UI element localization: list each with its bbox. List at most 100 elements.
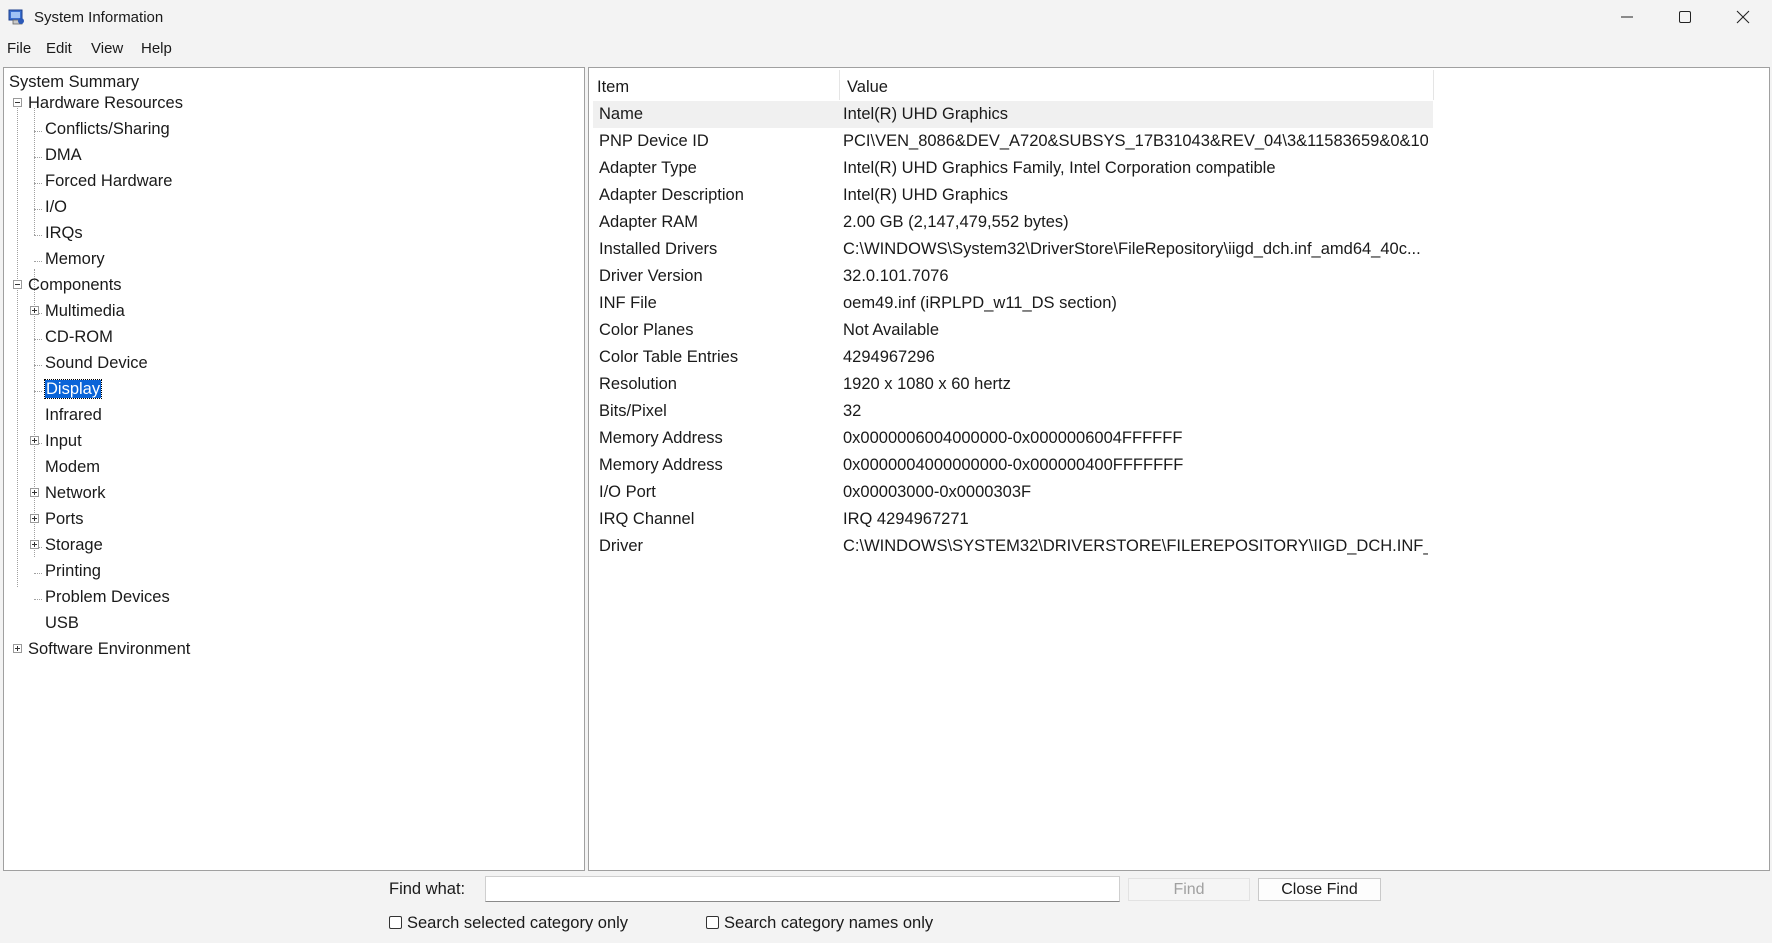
expand-icon[interactable] — [30, 306, 39, 315]
menu-help[interactable]: Help — [141, 40, 172, 57]
cell-value: 0x0000006004000000-0x0000006004FFFFFF — [843, 429, 1183, 447]
find-what-label: Find what: — [389, 880, 466, 898]
tree-item-printing[interactable]: Printing — [45, 561, 101, 581]
cell-item: Installed Drivers — [599, 240, 718, 258]
table-row[interactable]: Installed Drivers C:\WINDOWS\System32\Dri… — [593, 236, 1433, 263]
table-row[interactable]: Name Intel(R) UHD Graphics — [593, 101, 1433, 128]
table-row[interactable]: Color Table Entries 4294967296 — [593, 344, 1433, 371]
tree-connector — [34, 209, 42, 210]
category-tree[interactable]: System Summary Hardware Resources Confli… — [3, 67, 585, 871]
table-row[interactable]: Adapter Type Intel(R) UHD Graphics Family… — [593, 155, 1433, 182]
tree-item-display[interactable]: Display — [43, 379, 103, 399]
tree-item-memory[interactable]: Memory — [45, 249, 105, 269]
menu-edit[interactable]: Edit — [46, 40, 72, 57]
tree-item-multimedia[interactable]: Multimedia — [45, 301, 125, 321]
tree-item-system-summary[interactable]: System Summary — [9, 72, 139, 92]
column-divider[interactable] — [839, 70, 840, 100]
tree-item-software-environment[interactable]: Software Environment — [28, 639, 190, 659]
table-row[interactable]: Bits/Pixel 32 — [593, 398, 1433, 425]
tree-item-irqs[interactable]: IRQs — [45, 223, 83, 243]
tree-label: Forced Hardware — [45, 172, 173, 190]
column-header-item[interactable]: Item — [597, 74, 837, 100]
close-button[interactable] — [1715, 0, 1772, 34]
find-bar: Find what: Find Close Find Search select… — [0, 871, 1772, 943]
tree-item-problem-devices[interactable]: Problem Devices — [45, 587, 170, 607]
tree-item-infrared[interactable]: Infrared — [45, 405, 102, 425]
maximize-button[interactable] — [1657, 0, 1715, 34]
cell-item: INF File — [599, 294, 657, 312]
maximize-icon — [1679, 11, 1691, 23]
tree-item-conflicts-sharing[interactable]: Conflicts/Sharing — [45, 119, 170, 139]
close-icon — [1736, 10, 1750, 24]
table-row[interactable]: Color Planes Not Available — [593, 317, 1433, 344]
menu-bar: File Edit View Help — [0, 36, 1772, 60]
find-button[interactable]: Find — [1128, 878, 1250, 901]
cell-item: Adapter Description — [599, 186, 744, 204]
find-what-input[interactable] — [485, 876, 1120, 902]
checkbox-box[interactable] — [389, 916, 402, 929]
cell-item: Adapter RAM — [599, 213, 699, 231]
table-row[interactable]: IRQ Channel IRQ 4294967271 — [593, 506, 1433, 533]
tree-item-modem[interactable]: Modem — [45, 457, 100, 477]
table-row[interactable]: Adapter Description Intel(R) UHD Graphics — [593, 182, 1433, 209]
table-row[interactable]: PNP Device ID PCI\VEN_8086&DEV_A720&SUBSY… — [593, 128, 1433, 155]
tree-item-network[interactable]: Network — [45, 483, 106, 503]
search-selected-category-checkbox[interactable]: Search selected category only — [389, 914, 628, 933]
expand-icon[interactable] — [13, 644, 22, 653]
tree-item-sound-device[interactable]: Sound Device — [45, 353, 148, 373]
tree-label: Printing — [45, 562, 101, 580]
table-row[interactable]: Memory Address 0x0000006004000000-0x00000… — [593, 425, 1433, 452]
title-bar[interactable]: System Information — [0, 0, 1772, 34]
column-divider[interactable] — [1433, 70, 1434, 100]
tree-label: Conflicts/Sharing — [45, 120, 170, 138]
search-category-names-checkbox[interactable]: Search category names only — [706, 914, 933, 933]
cell-item: Color Planes — [599, 321, 694, 339]
tree-connector — [34, 573, 42, 574]
tree-item-storage[interactable]: Storage — [45, 535, 103, 555]
close-find-button[interactable]: Close Find — [1258, 878, 1381, 901]
table-row[interactable]: Resolution 1920 x 1080 x 60 hertz — [593, 371, 1433, 398]
expand-icon[interactable] — [30, 514, 39, 523]
tree-item-hardware-resources[interactable]: Hardware Resources — [28, 93, 183, 113]
tree-item-forced-hardware[interactable]: Forced Hardware — [45, 171, 172, 191]
cell-item: Driver Version — [599, 267, 703, 285]
tree-connector — [17, 108, 18, 587]
cell-item: I/O Port — [599, 483, 656, 501]
checkbox-box[interactable] — [706, 916, 719, 929]
table-row[interactable]: Driver Version 32.0.101.7076 — [593, 263, 1433, 290]
tree-label: Sound Device — [45, 354, 148, 372]
menu-view[interactable]: View — [91, 40, 123, 57]
tree-item-components[interactable]: Components — [28, 275, 122, 295]
collapse-icon[interactable] — [13, 280, 22, 289]
tree-connector — [34, 365, 42, 366]
tree-item-ports[interactable]: Ports — [45, 509, 84, 529]
cell-item: PNP Device ID — [599, 132, 709, 150]
tree-item-dma[interactable]: DMA — [45, 145, 82, 165]
tree-item-cd-rom[interactable]: CD-ROM — [45, 327, 113, 347]
expand-icon[interactable] — [30, 436, 39, 445]
table-row[interactable]: Adapter RAM 2.00 GB (2,147,479,552 bytes) — [593, 209, 1433, 236]
minimize-button[interactable] — [1599, 0, 1657, 34]
tree-label: Storage — [45, 536, 103, 554]
details-list[interactable]: Item Value Name Intel(R) UHD Graphics PNP… — [588, 67, 1770, 871]
tree-label: Components — [28, 276, 122, 294]
tree-label: Software Environment — [28, 640, 191, 658]
minimize-icon — [1621, 16, 1633, 18]
expand-icon[interactable] — [30, 488, 39, 497]
table-row[interactable]: Memory Address 0x0000004000000000-0x00000… — [593, 452, 1433, 479]
tree-label: Input — [45, 432, 82, 450]
table-row[interactable]: I/O Port 0x00003000-0x0000303F — [593, 479, 1433, 506]
tree-connector — [34, 599, 42, 600]
tree-item-input[interactable]: Input — [45, 431, 82, 451]
tree-label: Hardware Resources — [28, 94, 183, 112]
tree-item-io[interactable]: I/O — [45, 197, 67, 217]
tree-item-usb[interactable]: USB — [45, 613, 79, 633]
table-row[interactable]: INF File oem49.inf (iRPLPD_w11_DS section… — [593, 290, 1433, 317]
tree-label: Modem — [45, 458, 101, 476]
column-header-value[interactable]: Value — [847, 74, 1431, 100]
cell-item: IRQ Channel — [599, 510, 695, 528]
expand-icon[interactable] — [30, 540, 39, 549]
collapse-icon[interactable] — [13, 98, 22, 107]
table-row[interactable]: Driver C:\WINDOWS\SYSTEM32\DRIVERSTORE\FI… — [593, 533, 1433, 560]
menu-file[interactable]: File — [7, 40, 31, 57]
